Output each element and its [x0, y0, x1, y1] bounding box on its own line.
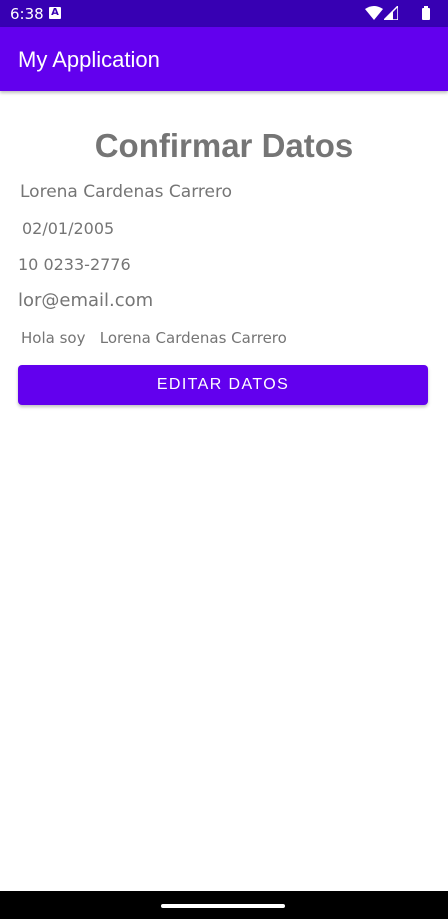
birth-date-text: 02/01/2005: [22, 219, 115, 238]
navigation-bar: [0, 891, 448, 919]
wifi-icon: [365, 6, 383, 20]
battery-icon: [422, 6, 430, 20]
cell-signal-icon: [384, 6, 398, 20]
app-title: My Application: [18, 47, 160, 72]
email-text: lor@email.com: [18, 290, 154, 311]
greeting-text: Hola soy Lorena Cardenas Carrero: [21, 329, 287, 347]
edit-data-button[interactable]: EDITAR DATOS: [18, 365, 428, 405]
status-bar: 6:38 A: [0, 0, 448, 27]
notification-glyph: A: [51, 7, 59, 18]
page-title: Confirmar Datos: [94, 127, 354, 164]
home-gesture-handle[interactable]: [161, 904, 285, 908]
name-text: Lorena Cardenas Carrero: [20, 182, 232, 202]
app-bar: My Application: [0, 27, 448, 91]
phone-text: 10 0233-2776: [18, 255, 131, 274]
app-notification-icon: A: [49, 7, 61, 19]
status-time: 6:38: [10, 5, 44, 23]
